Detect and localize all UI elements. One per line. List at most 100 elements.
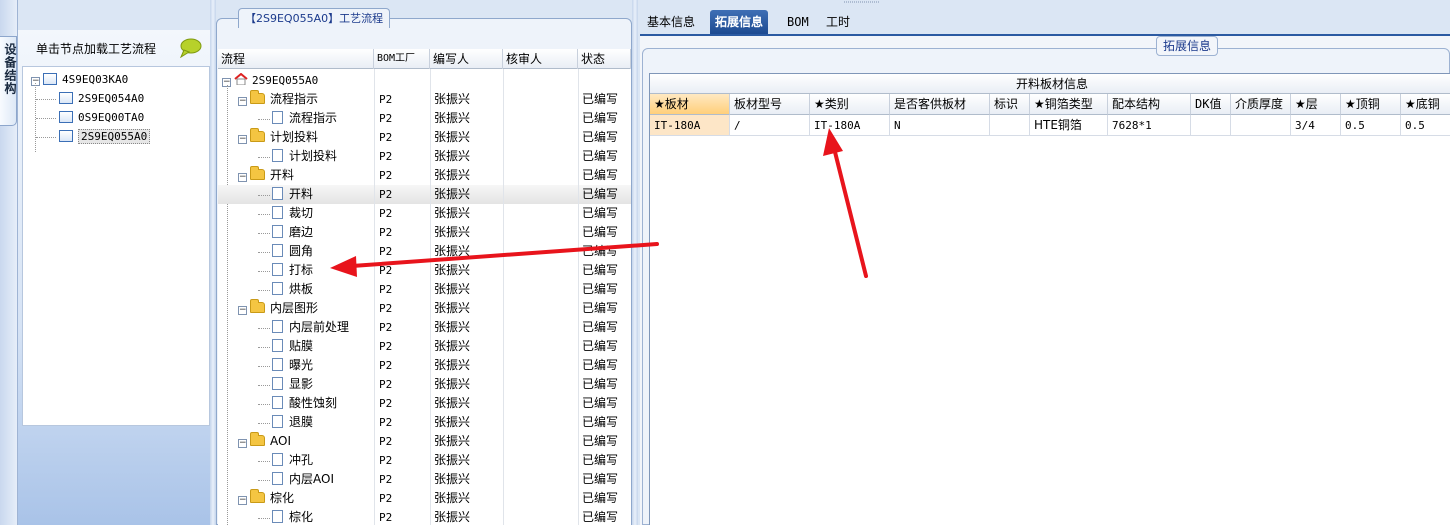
- column-header[interactable]: ★铜箔类型: [1030, 94, 1108, 115]
- column-header[interactable]: BOM工厂: [374, 49, 430, 69]
- collapse-icon[interactable]: −: [238, 97, 247, 106]
- flow-step-label: 计划投料: [270, 130, 319, 144]
- tree-node-root[interactable]: −4S9EQ03KA0: [31, 71, 128, 89]
- table-cell[interactable]: 0.5: [1401, 115, 1450, 136]
- author-cell: 张振兴: [434, 472, 471, 486]
- tree-connector: [36, 99, 56, 100]
- column-header[interactable]: 编写人: [430, 49, 503, 69]
- tab-bom[interactable]: BOM: [782, 10, 814, 34]
- table-row[interactable]: −2S9EQ055A0: [218, 71, 631, 90]
- table-row[interactable]: 显影 P2 张振兴 已编写: [218, 375, 631, 394]
- table-row[interactable]: 冲孔 P2 张振兴 已编写: [218, 451, 631, 470]
- table-row[interactable]: 退膜 P2 张振兴 已编写: [218, 413, 631, 432]
- document-icon: [272, 206, 283, 219]
- table-row[interactable]: 酸性蚀刻 P2 张振兴 已编写: [218, 394, 631, 413]
- table-row[interactable]: − 计划投料 P2 张振兴 已编写: [218, 128, 631, 147]
- table-row[interactable]: 棕化 P2 张振兴 已编写: [218, 508, 631, 525]
- column-header[interactable]: 状态: [578, 49, 631, 69]
- tree-node[interactable]: 0S9EQ00TA0: [59, 109, 144, 127]
- table-row[interactable]: 打标 P2 张振兴 已编写: [218, 261, 631, 280]
- tab-extended-info[interactable]: 拓展信息: [710, 10, 769, 34]
- tab-device-structure-label: 设备结构: [3, 43, 17, 95]
- column-header[interactable]: ★底铜: [1401, 94, 1450, 115]
- column-header[interactable]: ★层: [1291, 94, 1341, 115]
- column-header[interactable]: 标识: [990, 94, 1030, 115]
- table-row[interactable]: 开料 P2 张振兴 已编写: [218, 185, 631, 204]
- extension-group-title: 拓展信息: [1156, 36, 1219, 56]
- table-row[interactable]: − 开料 P2 张振兴 已编写: [218, 166, 631, 185]
- column-header[interactable]: DK值: [1191, 94, 1231, 115]
- column-header[interactable]: 配本结构: [1108, 94, 1191, 115]
- process-flow-grid: 流程 BOM工厂 编写人 核审人 状态 −2S9EQ055A0− 流程指示 P2 张振兴 已编写…: [218, 49, 631, 525]
- column-header[interactable]: ★顶铜: [1341, 94, 1401, 115]
- column-header[interactable]: 介质厚度: [1231, 94, 1291, 115]
- table-row[interactable]: 贴膜 P2 张振兴 已编写: [218, 337, 631, 356]
- table-row[interactable]: 内层AOI P2 张振兴 已编写: [218, 470, 631, 489]
- flow-step-label: 酸性蚀刻: [289, 396, 338, 410]
- tab-device-structure[interactable]: 设备结构: [0, 36, 17, 126]
- column-header[interactable]: ★类别: [810, 94, 890, 115]
- tree-connector: [258, 195, 270, 196]
- status-cell: 已编写: [582, 130, 619, 144]
- collapse-icon[interactable]: −: [238, 135, 247, 144]
- table-row[interactable]: 内层前处理 P2 张振兴 已编写: [218, 318, 631, 337]
- collapse-icon[interactable]: −: [238, 439, 247, 448]
- table-row[interactable]: 圆角 P2 张振兴 已编写: [218, 242, 631, 261]
- tree-connector: [258, 328, 270, 329]
- column-header[interactable]: 核审人: [503, 49, 578, 69]
- flow-name-cell: − 流程指示: [238, 90, 318, 109]
- column-header[interactable]: 是否客供板材: [890, 94, 990, 115]
- plant-cell: P2: [379, 435, 393, 448]
- table-cell[interactable]: 0.5: [1341, 115, 1401, 136]
- table-cell[interactable]: HTE铜箔: [1030, 115, 1108, 136]
- table-row[interactable]: 烘板 P2 张振兴 已编写: [218, 280, 631, 299]
- table-cell[interactable]: /: [730, 115, 810, 136]
- table-row[interactable]: − 棕化 P2 张振兴 已编写: [218, 489, 631, 508]
- table-row[interactable]: 磨边 P2 张振兴 已编写: [218, 223, 631, 242]
- tree-connector: [258, 271, 270, 272]
- table-cell[interactable]: [1231, 115, 1291, 136]
- speech-bubble-icon[interactable]: [178, 38, 202, 58]
- author-cell: 张振兴: [434, 130, 471, 144]
- table-row[interactable]: 裁切 P2 张振兴 已编写: [218, 204, 631, 223]
- tab-content: 开料板材信息 ★板材 板材型号 ★类别 是否客供板材 标识 ★铜箔类型 配本结构 DK值 介质厚…: [640, 36, 1450, 525]
- table-row[interactable]: 计划投料 P2 张振兴 已编写: [218, 147, 631, 166]
- flow-step-label: 打标: [289, 263, 314, 277]
- table-row[interactable]: IT-180A / IT-180A N HTE铜箔 7628*1 3/4 0.5 0.5: [650, 115, 1450, 136]
- table-cell[interactable]: IT-180A: [810, 115, 890, 136]
- tree-node[interactable]: 2S9EQ054A0: [59, 90, 144, 108]
- flow-step-label: 烘板: [289, 282, 314, 296]
- table-row[interactable]: − AOI P2 张振兴 已编写: [218, 432, 631, 451]
- column-header[interactable]: 流程: [218, 49, 374, 69]
- tab-basic-info[interactable]: 基本信息: [642, 10, 700, 34]
- table-cell[interactable]: 7628*1: [1108, 115, 1191, 136]
- table-cell[interactable]: N: [890, 115, 990, 136]
- table-row[interactable]: 流程指示 P2 张振兴 已编写: [218, 109, 631, 128]
- document-icon: [272, 396, 283, 409]
- status-cell: 已编写: [582, 92, 619, 106]
- material-grid-title: 开料板材信息: [650, 74, 1450, 94]
- tree-node-label: 4S9EQ03KA0: [62, 73, 129, 86]
- plant-cell: P2: [379, 454, 393, 467]
- detail-panel: 基本信息 拓展信息 BOM 工时 开料板材信息 ★板材 板材型号 ★类别 是否客供板材 标识 ★…: [640, 6, 1450, 525]
- table-cell[interactable]: IT-180A: [650, 115, 730, 136]
- tab-work-hours[interactable]: 工时: [821, 10, 855, 34]
- table-cell[interactable]: [990, 115, 1030, 136]
- right-splitter[interactable]: [632, 0, 638, 525]
- table-cell[interactable]: [1191, 115, 1231, 136]
- table-cell[interactable]: 3/4: [1291, 115, 1341, 136]
- status-cell: 已编写: [582, 491, 619, 505]
- table-row[interactable]: 曝光 P2 张振兴 已编写: [218, 356, 631, 375]
- column-header[interactable]: 板材型号: [730, 94, 810, 115]
- collapse-icon[interactable]: −: [238, 496, 247, 505]
- collapse-icon[interactable]: −: [238, 173, 247, 182]
- table-row[interactable]: − 内层图形 P2 张振兴 已编写: [218, 299, 631, 318]
- author-cell: 张振兴: [434, 111, 471, 125]
- collapse-icon[interactable]: −: [238, 306, 247, 315]
- column-header[interactable]: ★板材: [650, 94, 730, 115]
- top-grip-icon[interactable]: [842, 0, 882, 6]
- tree-node[interactable]: 2S9EQ055A0: [59, 128, 151, 146]
- table-row[interactable]: − 流程指示 P2 张振兴 已编写: [218, 90, 631, 109]
- flow-step-label: 显影: [289, 377, 314, 391]
- column-divider: [374, 69, 375, 525]
